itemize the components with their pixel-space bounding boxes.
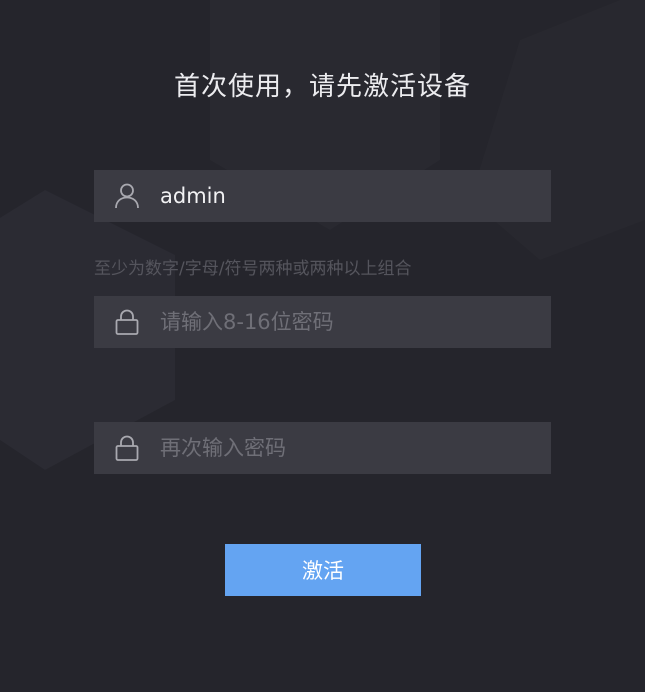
password-input[interactable]	[160, 296, 540, 348]
page-title: 首次使用，请先激活设备	[173, 72, 471, 102]
confirm-password-field[interactable]	[94, 422, 551, 474]
username-input[interactable]	[160, 170, 540, 222]
password-hint: 至少为数字/字母/符号两种或两种以上组合	[94, 259, 412, 279]
password-field[interactable]	[94, 296, 551, 348]
user-icon	[115, 183, 139, 209]
lock-icon	[115, 309, 139, 335]
confirm-password-input[interactable]	[160, 422, 540, 474]
lock-icon	[115, 435, 139, 461]
username-field[interactable]	[94, 170, 551, 222]
activate-button[interactable]: 激活	[225, 544, 421, 596]
